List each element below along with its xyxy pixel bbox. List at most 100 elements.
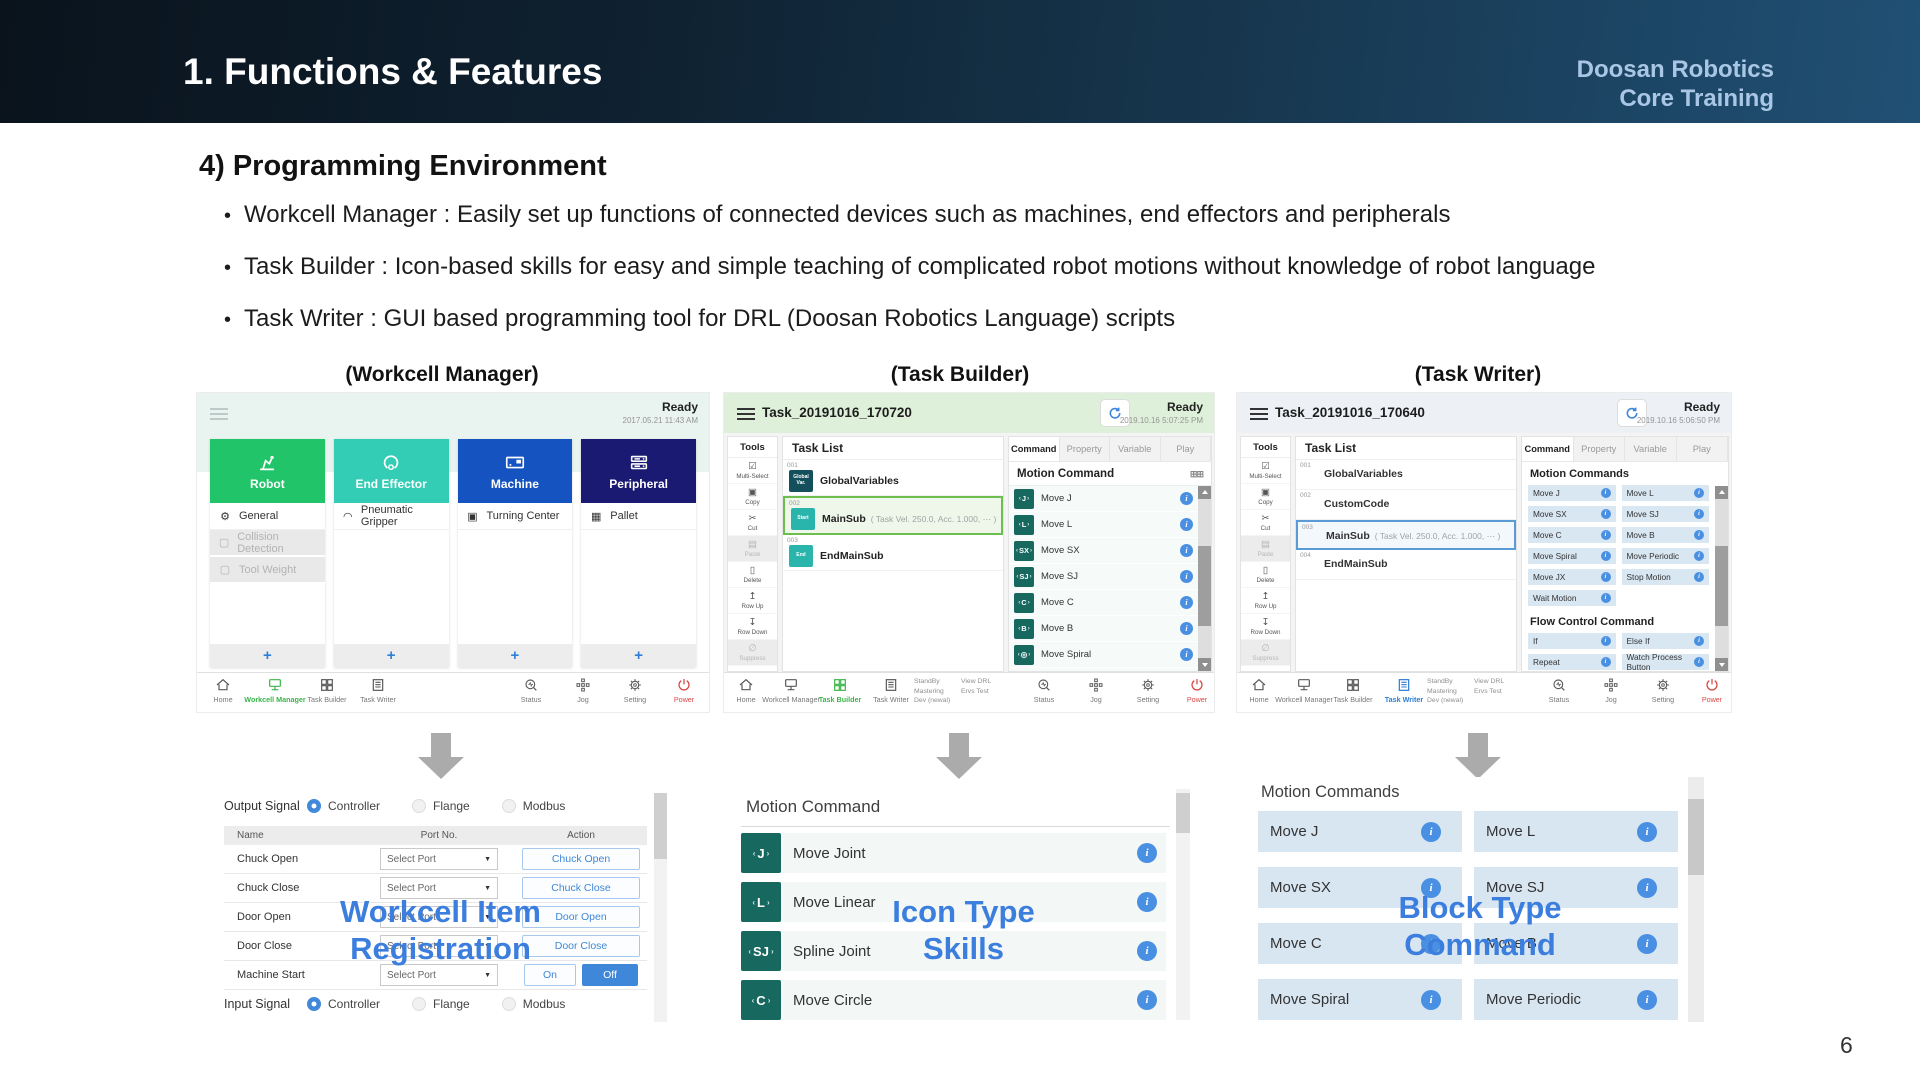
scrollbar[interactable] xyxy=(1176,789,1190,1020)
tool-button[interactable]: ☑ Multi-Select xyxy=(728,458,777,484)
off-button[interactable]: Off xyxy=(582,964,638,986)
scrollbar[interactable] xyxy=(1198,486,1211,671)
scrollbar-thumb[interactable] xyxy=(654,793,667,859)
task-row-selected[interactable]: 002 Start MainSub ( Task Vel. 250.0, Acc… xyxy=(783,496,1003,535)
dev-label[interactable]: Dev (newal) xyxy=(914,696,950,706)
info-icon[interactable]: i xyxy=(1137,892,1157,912)
on-button[interactable]: On xyxy=(524,964,576,986)
info-icon[interactable]: i xyxy=(1137,843,1157,863)
add-button[interactable]: + xyxy=(334,644,449,667)
action-button[interactable]: Chuck Open xyxy=(522,848,640,870)
mastering-label[interactable]: Mastering xyxy=(914,687,950,697)
info-icon[interactable]: i xyxy=(1180,648,1193,661)
info-icon[interactable]: i xyxy=(1694,530,1704,540)
nav-power[interactable]: Power xyxy=(1165,677,1215,704)
tab[interactable]: Variable xyxy=(1110,437,1161,461)
scroll-up-icon[interactable] xyxy=(1715,486,1728,499)
skill-item[interactable]: SJ Spline Joint i xyxy=(741,931,1166,971)
radio-icon[interactable] xyxy=(307,799,321,813)
mastering-label[interactable]: Mastering xyxy=(1427,687,1463,697)
command-item[interactable]: B Move B i xyxy=(1009,616,1198,641)
scroll-down-icon[interactable] xyxy=(1715,658,1728,671)
info-icon[interactable]: i xyxy=(1601,572,1611,582)
nav-task-writer[interactable]: Task Writer xyxy=(346,677,410,704)
add-button[interactable]: + xyxy=(210,644,325,667)
ervs-test-label[interactable]: Ervs Test xyxy=(1474,687,1504,697)
command-block[interactable]: Move J i xyxy=(1258,811,1462,852)
tab[interactable]: Play xyxy=(1161,437,1212,461)
standby-label[interactable]: StandBy xyxy=(1427,677,1463,687)
info-icon[interactable]: i xyxy=(1694,572,1704,582)
command-item[interactable]: J Move J i xyxy=(1009,486,1198,511)
nav-power[interactable]: Power xyxy=(652,677,710,704)
radio-option[interactable]: Controller xyxy=(307,799,380,813)
command-block[interactable]: Move Spiral i xyxy=(1528,548,1616,564)
scrollbar-thumb[interactable] xyxy=(1715,546,1728,626)
command-item[interactable]: JX Move JX i xyxy=(1009,668,1198,671)
skill-item[interactable]: C Move Circle i xyxy=(741,980,1166,1020)
command-item[interactable]: C Move C i xyxy=(1009,590,1198,615)
action-button[interactable]: Door Close xyxy=(522,935,640,957)
radio-icon[interactable] xyxy=(307,997,321,1011)
tool-button[interactable]: ▣ Copy xyxy=(728,484,777,510)
action-button[interactable]: Door Open xyxy=(522,906,640,928)
info-icon[interactable]: i xyxy=(1180,544,1193,557)
nav-power[interactable]: Power xyxy=(1680,677,1732,704)
info-icon[interactable]: i xyxy=(1180,570,1193,583)
scrollbar[interactable] xyxy=(1715,486,1728,671)
tool-button[interactable]: ∅ Suppress xyxy=(1241,640,1290,666)
port-select[interactable]: Select Port ▼ xyxy=(380,906,498,928)
info-icon[interactable]: i xyxy=(1421,822,1441,842)
skill-item[interactable]: J Move Joint i xyxy=(741,833,1166,873)
tool-button[interactable]: ↧ Row Down xyxy=(1241,614,1290,640)
command-block[interactable]: Else If i xyxy=(1622,633,1710,649)
tab[interactable]: Play xyxy=(1677,437,1729,461)
port-select[interactable]: Select Port ▼ xyxy=(380,935,498,957)
radio-icon[interactable] xyxy=(412,997,426,1011)
info-icon[interactable]: i xyxy=(1601,636,1611,646)
dev-label[interactable]: Dev (newal) xyxy=(1427,696,1463,706)
scroll-up-icon[interactable] xyxy=(1198,486,1211,499)
port-select[interactable]: Select Port ▼ xyxy=(380,848,498,870)
skill-item[interactable]: L Move Linear i xyxy=(741,882,1166,922)
task-row[interactable]: 003 End EndMainSub xyxy=(783,535,1003,571)
info-icon[interactable]: i xyxy=(1180,518,1193,531)
view-drl-label[interactable]: View DRL xyxy=(961,677,991,687)
ervs-test-label[interactable]: Ervs Test xyxy=(961,687,991,697)
info-icon[interactable]: i xyxy=(1601,488,1611,498)
command-block[interactable]: Move L i xyxy=(1622,485,1710,501)
command-item[interactable]: SX Move SX i xyxy=(1009,538,1198,563)
command-block[interactable]: Watch Process Button i xyxy=(1622,654,1710,670)
command-block[interactable]: Repeat i xyxy=(1528,654,1616,670)
workcell-item[interactable]: Tool Weight xyxy=(210,557,325,584)
workcell-item[interactable]: Pallet xyxy=(581,503,696,530)
info-icon[interactable]: i xyxy=(1421,990,1441,1010)
tool-button[interactable]: ▤ Paste xyxy=(728,536,777,562)
scrollbar[interactable] xyxy=(654,793,667,1022)
command-item[interactable]: SJ Move SJ i xyxy=(1009,564,1198,589)
info-icon[interactable]: i xyxy=(1694,509,1704,519)
radio-option[interactable]: Controller xyxy=(307,997,380,1011)
command-block[interactable]: Move SX i xyxy=(1258,867,1462,908)
command-block[interactable]: Move Spiral i xyxy=(1258,979,1462,1020)
info-icon[interactable]: i xyxy=(1180,596,1193,609)
task-row[interactable]: 001 GlobalVariables xyxy=(1296,460,1516,490)
radio-icon[interactable] xyxy=(502,799,516,813)
radio-icon[interactable] xyxy=(502,997,516,1011)
info-icon[interactable]: i xyxy=(1180,622,1193,635)
info-icon[interactable]: i xyxy=(1137,990,1157,1010)
tool-button[interactable]: ↥ Row Up xyxy=(728,588,777,614)
command-item[interactable]: L Move L i xyxy=(1009,512,1198,537)
info-icon[interactable]: i xyxy=(1637,990,1657,1010)
tab[interactable]: Variable xyxy=(1625,437,1677,461)
menu-icon[interactable] xyxy=(737,405,755,423)
menu-icon[interactable] xyxy=(1250,405,1268,423)
command-block[interactable]: Move JX i xyxy=(1528,569,1616,585)
category-card-robot[interactable]: Robot xyxy=(210,439,325,503)
command-block[interactable]: Move L i xyxy=(1474,811,1678,852)
info-icon[interactable]: i xyxy=(1694,636,1704,646)
info-icon[interactable]: i xyxy=(1421,878,1441,898)
workcell-item[interactable]: Turning Center xyxy=(458,503,573,530)
info-icon[interactable]: i xyxy=(1694,488,1704,498)
info-icon[interactable]: i xyxy=(1694,657,1704,667)
